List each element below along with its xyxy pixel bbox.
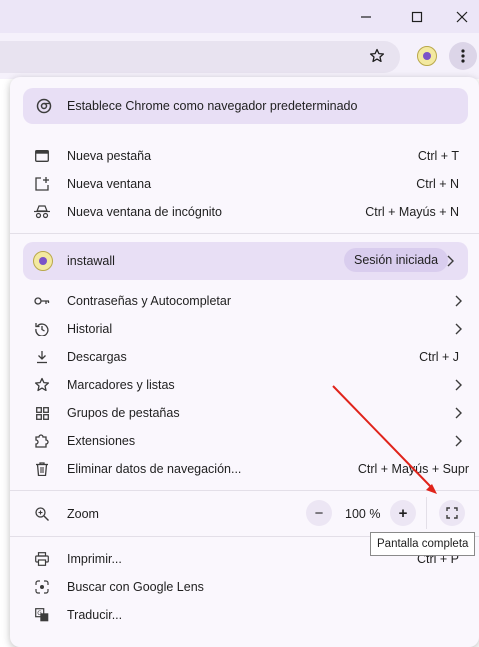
tooltip: Pantalla completa: [370, 532, 476, 556]
